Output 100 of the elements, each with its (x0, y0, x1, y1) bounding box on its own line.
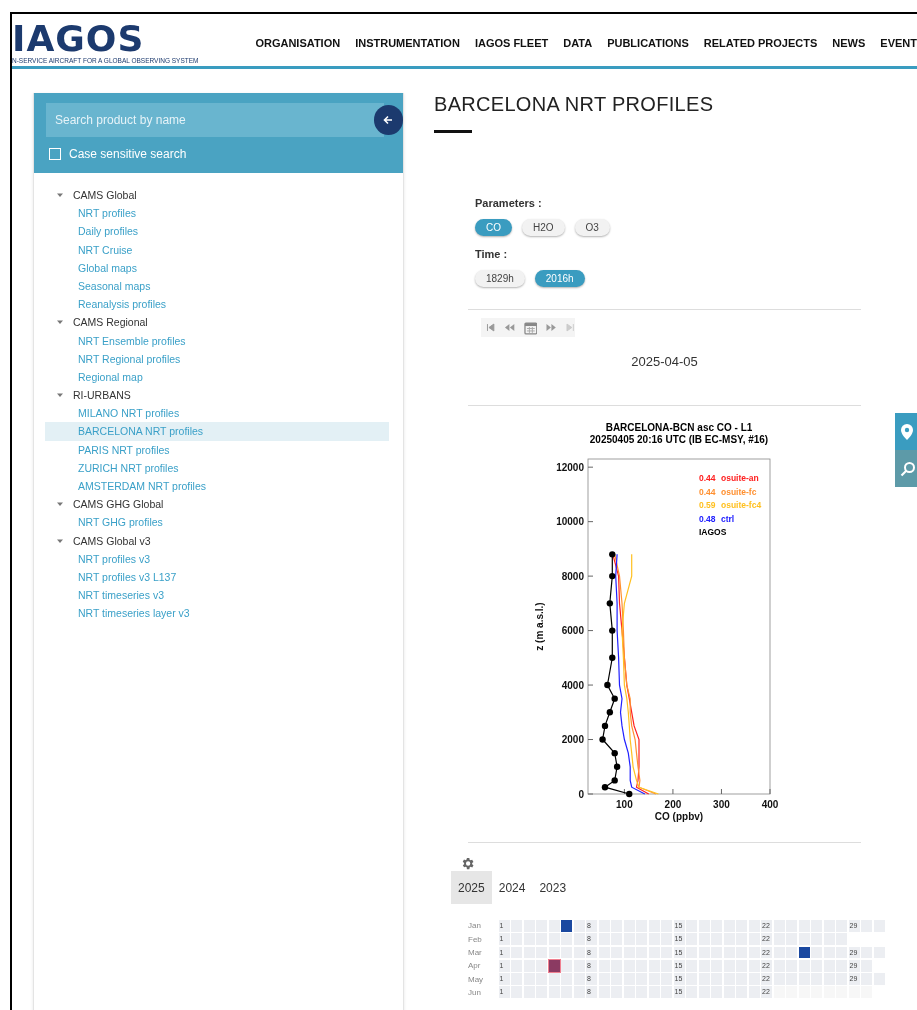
nav-link[interactable]: ORGANISATION (255, 37, 341, 49)
year-tab[interactable]: 2023 (532, 871, 574, 904)
data-point (609, 654, 616, 661)
tree-item[interactable]: NRT timeseries v3 (45, 586, 389, 605)
month-label: Jun (468, 987, 482, 997)
nav-link[interactable]: NEWS (832, 37, 866, 49)
checkbox[interactable] (49, 148, 61, 160)
month-label: Jan (468, 921, 482, 931)
y-tick-label: 8000 (561, 570, 585, 582)
data-point (601, 722, 609, 730)
data-point (609, 627, 616, 634)
legend-score: 0.44 (699, 473, 716, 483)
data-point (611, 749, 618, 757)
month-label: Feb (468, 934, 483, 944)
data-point (626, 790, 633, 798)
back-arrow-icon (383, 115, 394, 125)
legend-score: 0.59 (699, 500, 716, 510)
page-title: BARCELONA NRT PROFILES (434, 93, 715, 116)
fast-forward-icon[interactable] (546, 323, 558, 332)
tree-group[interactable]: CAMS Global v3 (73, 534, 151, 547)
y-axis: 0 2000 4000 6000 8000 10000 12000 (556, 461, 594, 800)
tree-item[interactable]: NRT Cruise (45, 240, 389, 259)
y-tick-label: 2000 (561, 734, 585, 746)
day-cell[interactable] (561, 920, 572, 932)
nav-link[interactable]: INSTRUMENTATION (355, 37, 460, 49)
x-tick-label: 200 (664, 799, 682, 810)
time-chip[interactable]: 2016h (534, 270, 585, 287)
section-label: Parameters : (475, 197, 543, 209)
y-tick-label: 12000 (556, 461, 585, 473)
tree-item[interactable]: MILANO NRT profiles (45, 404, 389, 423)
first-icon[interactable] (486, 323, 495, 332)
rewind-icon[interactable] (503, 323, 515, 332)
tree-item[interactable]: NRT profiles v3 (45, 549, 389, 568)
year-tab[interactable]: 2024 (491, 871, 533, 904)
data-point (599, 736, 606, 743)
x-tick-label: 400 (761, 799, 779, 810)
tree-item[interactable]: AMSTERDAM NRT profiles (45, 477, 389, 496)
nav-link[interactable]: EVENT (880, 37, 917, 49)
legend-score: 0.48 (699, 513, 716, 524)
tree-item[interactable]: NRT profiles v3 L137 (45, 567, 389, 587)
nav-link[interactable]: RELATED PROJECTS (703, 37, 818, 49)
tree-item[interactable]: NRT Regional profiles (45, 349, 389, 368)
month-label: Apr (468, 961, 482, 971)
parameter-chip[interactable]: O3 (574, 219, 610, 236)
site-logo[interactable]: IAGOS (12, 21, 256, 57)
tree-group[interactable]: CAMS GHG Global (73, 498, 164, 511)
data-point (611, 695, 618, 702)
month-label: Mar (468, 948, 483, 957)
x-tick-label: 100 (616, 799, 634, 810)
y-tick-label: 10000 (556, 516, 585, 528)
calendar-icon[interactable] (523, 320, 538, 335)
y-tick-label: 0 (578, 788, 585, 800)
legend-label: ctrl (721, 513, 735, 524)
nav-link[interactable]: DATA (563, 37, 593, 49)
data-point (606, 709, 614, 716)
tree-item[interactable]: NRT timeseries layer v3 (45, 604, 389, 623)
month-label: May (468, 974, 485, 984)
time-chip[interactable]: 1829h (475, 270, 525, 287)
tree-group[interactable]: CAMS Regional (73, 316, 148, 329)
legend-label: osuite-fc4 (721, 500, 762, 510)
chart-title: 20250405 20:16 UTC (IB EC-MSY, #16) (589, 434, 769, 445)
y-tick-label: 4000 (561, 679, 585, 691)
x-tick-label: 300 (713, 799, 731, 810)
legend-label: osuite-fc (721, 486, 757, 497)
map-pin-button[interactable] (895, 413, 917, 450)
y-axis-label: z (m a.s.l.) (534, 602, 545, 651)
nav-link[interactable]: PUBLICATIONS (607, 37, 689, 49)
parameter-chip[interactable]: H2O (522, 219, 565, 236)
chart-title: BARCELONA-BCN asc CO - L1 (605, 422, 753, 433)
current-date: 2025-04-05 (630, 354, 699, 369)
map-pin-icon (900, 422, 914, 441)
tree-item[interactable]: Seasonal maps (45, 276, 389, 296)
data-point (613, 763, 621, 770)
search-button[interactable] (895, 450, 917, 487)
search-icon (900, 460, 916, 477)
legend-label: osuite-an (721, 473, 759, 483)
year-tab[interactable]: 2025 (451, 871, 492, 904)
nav-link[interactable]: IAGOS FLEET (474, 37, 549, 49)
tree-group[interactable]: CAMS Global (73, 189, 137, 202)
day-cell[interactable] (548, 959, 560, 972)
legend-score: 0.44 (699, 486, 716, 497)
tree-item[interactable]: Reanalysis profiles (45, 295, 389, 314)
y-tick-label: 6000 (561, 625, 585, 637)
tree-item[interactable]: Global maps (45, 258, 389, 277)
data-point (604, 681, 611, 689)
tree-item[interactable]: ZURICH NRT profiles (45, 458, 389, 477)
settings-icon[interactable] (460, 856, 475, 871)
tree-item[interactable]: NRT profiles (45, 204, 389, 223)
search-field[interactable]: Search product by name (46, 103, 384, 137)
day-cell[interactable] (798, 946, 810, 959)
tree-item[interactable]: NRT Ensemble profiles (45, 331, 389, 350)
tree-item[interactable]: PARIS NRT profiles (45, 440, 389, 459)
parameter-chip[interactable]: CO (475, 219, 512, 236)
tree-item[interactable]: Regional map (45, 367, 389, 387)
tree-item[interactable]: BARCELONA NRT profiles (45, 422, 389, 441)
data-point (609, 551, 616, 558)
legend-label: IAGOS (699, 527, 727, 537)
tree-item[interactable]: NRT GHG profiles (45, 513, 389, 532)
tree-item[interactable]: Daily profiles (45, 222, 389, 241)
tree-group[interactable]: RI-URBANS (73, 389, 131, 402)
